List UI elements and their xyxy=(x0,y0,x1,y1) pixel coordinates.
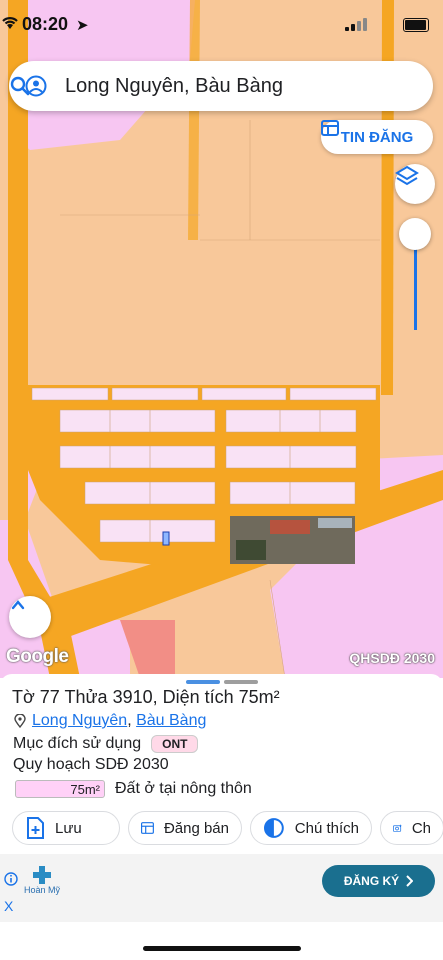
search-icon[interactable] xyxy=(9,75,31,97)
purpose-label: Mục đích sử dụng xyxy=(13,735,142,752)
sell-button[interactable]: Đăng bán xyxy=(128,811,242,845)
ad-close-icon[interactable]: X xyxy=(4,898,13,914)
ad-logo: Hoàn Mỹ xyxy=(24,866,60,895)
listing-icon xyxy=(321,120,339,136)
parcel-info-sheet: Tờ 77 Thửa 3910, Diện tích 75m² Long Ngu… xyxy=(0,674,443,960)
battery-icon xyxy=(403,18,429,32)
photo-button-label: Ch xyxy=(411,819,431,837)
photo-button[interactable]: Ch xyxy=(380,811,443,845)
land-purpose: Mục đích sử dụng ONT xyxy=(13,735,199,753)
wifi-icon xyxy=(2,17,18,29)
status-time: 08:20 xyxy=(22,14,69,34)
selected-parcel[interactable] xyxy=(162,531,170,546)
opacity-slider-handle[interactable] xyxy=(399,218,431,250)
map-layer-badge: QHSDĐ 2030 xyxy=(349,650,435,666)
opacity-slider-track[interactable] xyxy=(414,236,417,330)
google-logo: Google xyxy=(6,646,69,667)
plan-label: Quy hoạch SDĐ 2030 xyxy=(13,756,169,773)
expand-button[interactable] xyxy=(9,596,51,638)
status-bar: 08:20 ➤ xyxy=(0,0,443,52)
chevron-up-icon xyxy=(11,600,25,610)
info-icon[interactable] xyxy=(4,872,18,886)
plan-row: 75m² Đất ở tại nông thôn xyxy=(15,780,252,798)
ad-brand: Hoàn Mỹ xyxy=(24,885,61,895)
parcel-address: Long Nguyên, Bàu Bàng xyxy=(14,712,206,730)
ad-banner[interactable]: X Hoàn Mỹ ĐĂNG KÝ xyxy=(0,854,443,922)
address-separator: , xyxy=(127,712,132,729)
chevron-right-icon xyxy=(406,875,414,887)
listing-button[interactable]: TIN ĐĂNG xyxy=(321,120,433,154)
plan-area-swatch: 75m² xyxy=(15,780,105,798)
home-indicator[interactable] xyxy=(143,946,301,951)
sell-icon xyxy=(141,822,154,834)
legend-button[interactable]: Chú thích xyxy=(250,811,372,845)
medical-cross-icon xyxy=(33,866,51,884)
ad-register-button[interactable]: ĐĂNG KÝ xyxy=(322,865,435,897)
district-link[interactable]: Bàu Bàng xyxy=(136,712,206,729)
plan-area: 75m² xyxy=(70,781,100,797)
legend-button-label: Chú thích xyxy=(294,819,359,837)
parcel-title: Tờ 77 Thửa 3910, Diện tích 75m² xyxy=(12,687,280,707)
map-view[interactable]: 08:20 ➤ Long Nguyên, Bàu Bàng TIN ĐĂNG G… xyxy=(0,0,443,678)
search-input[interactable]: Long Nguyên, Bàu Bàng xyxy=(65,75,283,98)
commune-link[interactable]: Long Nguyên xyxy=(32,712,127,729)
plan-description: Đất ở tại nông thôn xyxy=(115,780,252,797)
layers-button[interactable] xyxy=(395,164,435,204)
action-bar: Lưu Đăng bán Chú thích Ch xyxy=(12,811,443,845)
camera-icon xyxy=(393,824,402,832)
search-bar[interactable]: Long Nguyên, Bàu Bàng xyxy=(9,61,433,111)
sheet-handle[interactable] xyxy=(224,680,258,684)
ad-register-label: ĐĂNG KÝ xyxy=(343,874,400,888)
sell-button-label: Đăng bán xyxy=(163,819,229,837)
location-arrow-icon: ➤ xyxy=(76,17,89,34)
cellular-signal-icon xyxy=(345,18,367,31)
save-button[interactable]: Lưu xyxy=(12,811,120,845)
sheet-handle-active[interactable] xyxy=(186,680,220,684)
map-pin-icon xyxy=(14,714,26,728)
save-button-label: Lưu xyxy=(55,819,82,837)
listing-button-label: TIN ĐĂNG xyxy=(340,128,414,146)
purpose-code-badge: ONT xyxy=(151,735,199,753)
legend-icon xyxy=(263,818,284,838)
save-icon xyxy=(27,817,44,839)
layers-icon xyxy=(395,165,419,186)
